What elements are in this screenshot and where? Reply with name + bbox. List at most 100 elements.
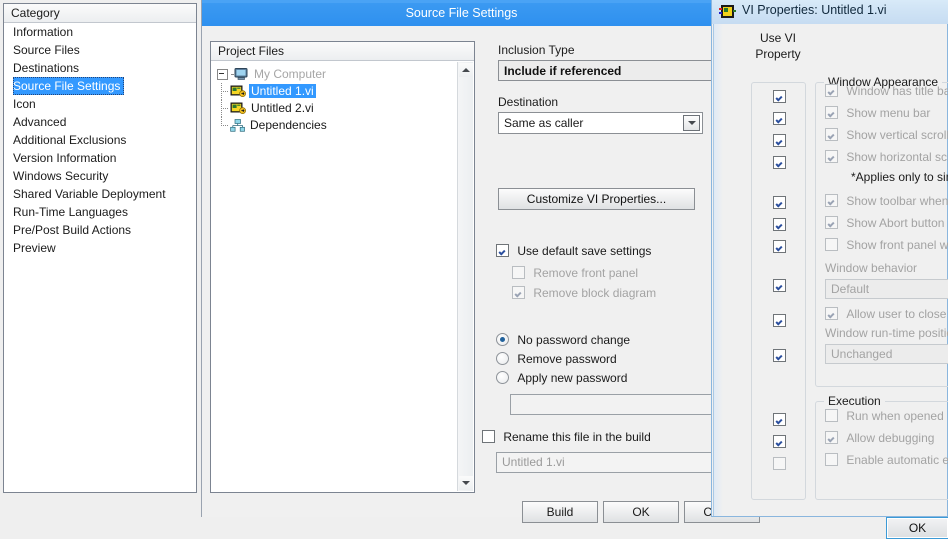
usevi-checkbox[interactable] <box>773 435 786 448</box>
tree-node[interactable]: Dependencies <box>217 117 474 134</box>
computer-icon <box>234 68 248 81</box>
category-item-run-time-languages[interactable]: Run-Time Languages <box>4 203 196 221</box>
collapse-expander-icon[interactable] <box>217 69 228 81</box>
customize-vi-properties-button[interactable]: Customize VI Properties... <box>498 188 695 210</box>
window-behavior-label: Window behavior <box>825 261 918 275</box>
category-panel: Category Information Source Files Destinat… <box>3 3 197 493</box>
vi-properties-ok-button[interactable]: OK <box>886 517 948 539</box>
remove-block-diagram-label: Remove block diagram <box>533 286 657 300</box>
ok-button[interactable]: OK <box>603 501 679 523</box>
use-vi-property-column <box>751 82 806 500</box>
no-password-change-row[interactable]: No password change <box>496 331 630 350</box>
allow-debugging-label: Allow debugging <box>846 431 935 445</box>
use-default-save-settings-checkbox[interactable] <box>496 244 509 257</box>
usevi-check-2[interactable] <box>752 134 807 148</box>
window-has-title-bar-label: Window has title bar <box>846 84 948 98</box>
no-password-change-radio[interactable] <box>496 333 509 346</box>
usevi-checkbox[interactable] <box>773 413 786 426</box>
show-toolbar-when-running-checkbox <box>825 194 838 207</box>
category-item-additional-exclusions[interactable]: Additional Exclusions <box>4 131 196 149</box>
usevi-check-3[interactable] <box>752 156 807 170</box>
category-item-version-information[interactable]: Version Information <box>4 149 196 167</box>
tree-node[interactable]: Untitled 2.vi <box>217 100 474 118</box>
tree-node[interactable]: Untitled 1.vi <box>217 83 474 101</box>
usevi-check-7[interactable] <box>752 279 807 293</box>
usevi-checkbox[interactable] <box>773 134 786 147</box>
rename-file-input[interactable]: Untitled 1.vi <box>496 452 715 473</box>
scroll-down-button[interactable] <box>459 476 473 490</box>
usevi-check-0[interactable] <box>752 90 807 104</box>
usevi-checkbox[interactable] <box>773 279 786 292</box>
tree-elbow <box>217 83 230 101</box>
usevi-check-5[interactable] <box>752 218 807 232</box>
new-password-input[interactable] <box>510 394 715 415</box>
category-item-advanced[interactable]: Advanced <box>4 113 196 131</box>
project-files-scrollbar[interactable] <box>457 62 473 491</box>
usevi-check-8[interactable] <box>752 314 807 328</box>
usevi-checkbox[interactable] <box>773 196 786 209</box>
remove-block-diagram-checkbox <box>512 286 525 299</box>
remove-front-panel-row: Remove front panel <box>512 264 638 283</box>
remove-password-row[interactable]: Remove password <box>496 350 617 369</box>
dialog-title-bar: Source File Settings <box>202 0 721 26</box>
use-default-save-settings-row[interactable]: Use default save settings <box>496 242 651 261</box>
tree-node-label: Untitled 2.vi <box>251 101 314 115</box>
rename-file-checkbox[interactable] <box>482 430 495 443</box>
destination-label: Destination <box>498 95 559 109</box>
run-when-opened-row: Run when opened <box>825 409 944 423</box>
chevron-down-icon[interactable] <box>683 115 700 131</box>
enable-automatic-error-handling-row: Enable automatic error handling <box>825 453 948 467</box>
category-item-information[interactable]: Information <box>4 23 196 41</box>
enable-automatic-error-handling-label: Enable automatic error handling <box>846 453 948 467</box>
usevi-checkbox[interactable] <box>773 156 786 169</box>
destination-combobox[interactable]: Same as caller <box>498 112 703 134</box>
show-front-panel-when-called-checkbox <box>825 238 838 251</box>
category-item-destinations[interactable]: Destinations <box>4 59 196 77</box>
apply-new-password-label: Apply new password <box>517 371 628 385</box>
show-front-panel-when-called-row: Show front panel when called <box>825 238 948 252</box>
allow-debugging-checkbox <box>825 431 838 444</box>
category-item-windows-security[interactable]: Windows Security <box>4 167 196 185</box>
use-vi-property-line2: Property <box>755 47 801 61</box>
usevi-check-4[interactable] <box>752 196 807 210</box>
show-abort-button-label: Show Abort button <box>846 216 945 230</box>
window-has-title-bar-checkbox <box>825 84 838 97</box>
vi-properties-title-bar[interactable]: VI Properties: Untitled 1.vi <box>712 0 948 24</box>
category-item-icon[interactable]: Icon <box>4 95 196 113</box>
usevi-check-1[interactable] <box>752 112 807 126</box>
remove-password-radio[interactable] <box>496 352 509 365</box>
show-menu-bar-checkbox <box>825 106 838 119</box>
dialog-title: Source File Settings <box>405 6 518 20</box>
vi-properties-title: VI Properties: Untitled 1.vi <box>742 3 887 17</box>
category-item-source-file-settings[interactable]: Source File Settings <box>13 77 125 95</box>
category-item-shared-variable-deployment[interactable]: Shared Variable Deployment <box>4 185 196 203</box>
show-front-panel-when-called-label: Show front panel when called <box>846 238 948 252</box>
tree-node[interactable]: My Computer <box>217 66 474 83</box>
usevi-checkbox[interactable] <box>773 314 786 327</box>
build-button[interactable]: Build <box>522 501 598 523</box>
usevi-checkbox[interactable] <box>773 349 786 362</box>
usevi-checkbox[interactable] <box>773 218 786 231</box>
apply-new-password-radio[interactable] <box>496 371 509 384</box>
show-vertical-scroll-bar-row: Show vertical scroll bar <box>825 128 948 142</box>
usevi-check-6[interactable] <box>752 240 807 254</box>
scroll-up-button[interactable] <box>459 63 473 77</box>
use-vi-property-line1: Use VI <box>759 31 796 45</box>
rename-file-row[interactable]: Rename this file in the build <box>482 428 651 447</box>
tree-node-label: Dependencies <box>250 118 327 132</box>
remove-password-label: Remove password <box>517 352 617 366</box>
category-item-pre-post-build-actions[interactable]: Pre/Post Build Actions <box>4 221 196 239</box>
category-list[interactable]: Information Source Files Destinations Sourc… <box>4 23 196 257</box>
project-files-tree[interactable]: My Computer Untitled 1.vi Untitled 2.vi Dep… <box>211 61 474 134</box>
usevi-checkbox[interactable] <box>773 112 786 125</box>
usevi-check-11[interactable] <box>752 435 807 449</box>
usevi-checkbox[interactable] <box>773 90 786 103</box>
category-item-preview[interactable]: Preview <box>4 239 196 257</box>
usevi-check-9[interactable] <box>752 349 807 363</box>
vi-icon <box>230 102 246 115</box>
show-toolbar-when-running-row: Show toolbar when running <box>825 194 948 208</box>
usevi-checkbox[interactable] <box>773 240 786 253</box>
apply-new-password-row[interactable]: Apply new password <box>496 369 627 388</box>
category-item-source-files[interactable]: Source Files <box>4 41 196 59</box>
usevi-check-10[interactable] <box>752 413 807 427</box>
